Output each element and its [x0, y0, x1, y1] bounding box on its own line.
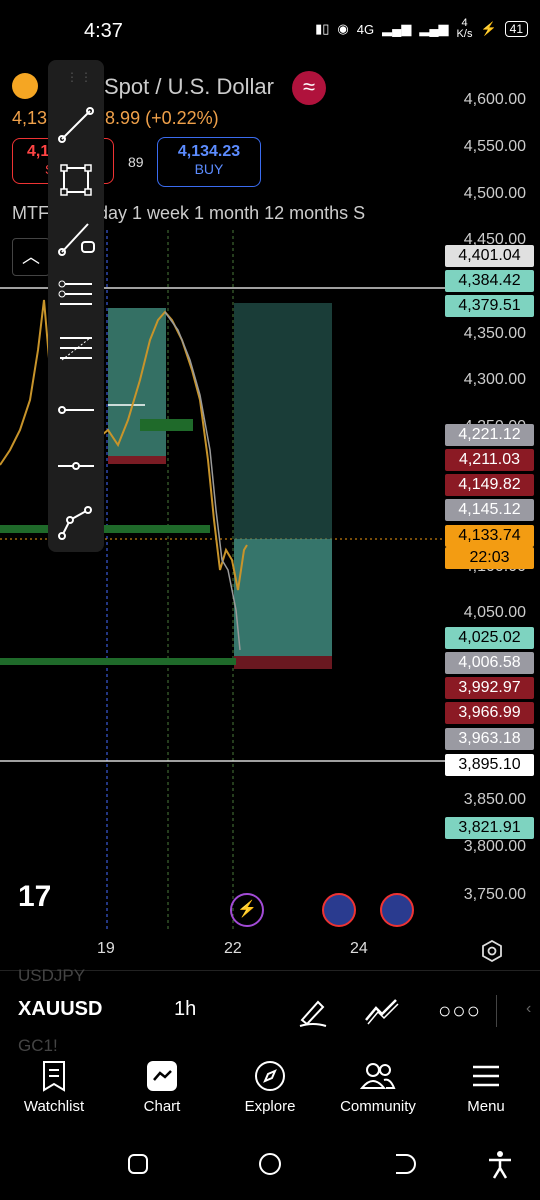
community-icon — [360, 1063, 396, 1089]
hotspot-icon: ◉ — [337, 21, 349, 36]
chart-icon — [147, 1061, 177, 1091]
battery-level: 41 — [504, 21, 528, 37]
price-series-down — [164, 311, 241, 651]
lightning-event-icon[interactable]: ⚡ — [230, 893, 264, 927]
path-icon[interactable] — [56, 502, 96, 542]
status-time: 4:37 — [84, 20, 123, 42]
tradingview-logo: 17 — [18, 880, 52, 913]
long-zone-2 — [234, 539, 332, 656]
axis-tick: 4,550.00 — [463, 138, 526, 155]
order-block-3 — [0, 658, 236, 665]
signal-icon: ▂▄▆ — [382, 21, 412, 36]
more-options-icon[interactable]: ○○○ — [438, 998, 481, 1024]
signal2-icon: ▂▄▆ — [419, 21, 449, 36]
order-block-2 — [0, 525, 210, 533]
axis-tick: 4,350.00 — [463, 325, 526, 342]
divider — [496, 995, 497, 1027]
settings-gear-icon[interactable] — [481, 940, 503, 962]
bottom-nav: Watchlist Chart Explore Community Menu — [0, 1060, 540, 1140]
price-box[interactable]: 4,379.51 — [445, 295, 534, 317]
fib-retracement-icon[interactable] — [56, 330, 96, 370]
status-icons: ▮▯ ◉ 4G ▂▄▆ ▂▄▆ 4 K/s ⚡ 41 — [315, 18, 528, 40]
nav-chart[interactable]: Chart — [112, 1060, 212, 1115]
charging-icon: ⚡ — [480, 21, 497, 36]
drag-handle-icon[interactable]: ⋮⋮ — [66, 70, 94, 84]
price-box[interactable]: 3,963.18 — [445, 728, 534, 750]
axis-tick: 3,750.00 — [463, 886, 526, 903]
date-label: 22 — [224, 940, 242, 957]
horizontal-line-icon[interactable] — [56, 446, 96, 486]
stop-zone-2 — [234, 656, 332, 669]
axis-tick: 4,600.00 — [463, 91, 526, 108]
countdown-box: 22:03 — [445, 547, 534, 569]
tilde-badge-icon[interactable]: ≈ — [292, 71, 326, 105]
nav-watchlist[interactable]: Watchlist — [4, 1060, 104, 1115]
price-box[interactable]: 4,006.58 — [445, 652, 534, 674]
price-box[interactable]: 4,401.04 — [445, 245, 534, 267]
hamburger-menu-icon — [473, 1065, 499, 1087]
price-box[interactable]: 4,384.42 — [445, 270, 534, 292]
price-box[interactable]: 3,895.10 — [445, 754, 534, 776]
interval-selector[interactable]: 1h — [174, 998, 196, 1021]
price-box[interactable]: 4,149.82 — [445, 474, 534, 496]
next-symbol[interactable]: GC1! — [18, 1036, 58, 1056]
price-box[interactable]: 4,221.12 — [445, 424, 534, 446]
profit-zone-2 — [234, 303, 332, 539]
stop-zone-1 — [108, 456, 166, 464]
price-box[interactable]: 4,145.12 — [445, 499, 534, 521]
indicators-icon[interactable] — [364, 996, 400, 1026]
compass-icon — [255, 1061, 285, 1091]
current-symbol[interactable]: XAUUSD — [18, 998, 102, 1021]
symbol-title[interactable]: Spot / U.S. Dollar — [104, 74, 274, 100]
ray-line-icon[interactable] — [56, 218, 96, 258]
sim-icon: ▮▯ — [315, 21, 330, 36]
axis-tick: 4,500.00 — [463, 185, 526, 202]
back-icon[interactable] — [388, 1150, 416, 1178]
axis-tick: 3,800.00 — [463, 838, 526, 855]
nav-explore[interactable]: Explore — [220, 1060, 320, 1115]
current-price-box[interactable]: 4,133.74 — [445, 525, 534, 547]
price-change: 4,13 8.99 (+0.22%) — [12, 108, 219, 128]
price-box[interactable]: 3,992.97 — [445, 677, 534, 699]
pencil-draw-icon[interactable] — [296, 994, 330, 1028]
axis-tick: 3,850.00 — [463, 791, 526, 808]
drawing-toolbar: ⋮⋮ — [48, 60, 104, 552]
prev-symbol[interactable]: USDJPY — [18, 966, 85, 986]
long-zone-1 — [108, 308, 166, 456]
us-flag-event-icon-2[interactable] — [380, 893, 414, 927]
horizontal-ray-icon[interactable] — [56, 390, 96, 430]
price-box[interactable]: 4,211.03 — [445, 449, 534, 471]
symbol-logo — [12, 73, 38, 99]
chevron-left-icon[interactable]: ‹ — [526, 1000, 531, 1018]
trend-line-icon[interactable] — [56, 105, 96, 145]
spread-value: 89 — [128, 154, 144, 170]
date-label: 19 — [97, 940, 115, 957]
price-box[interactable]: 4,025.02 — [445, 627, 534, 649]
nav-community[interactable]: Community — [328, 1060, 428, 1115]
net-label: 4G — [356, 21, 375, 37]
recents-icon[interactable] — [124, 1150, 152, 1178]
order-block-1 — [140, 419, 193, 431]
watchlist-icon — [43, 1061, 65, 1092]
nav-menu[interactable]: Menu — [436, 1060, 536, 1115]
us-flag-event-icon[interactable] — [322, 893, 356, 927]
buy-button[interactable]: 4,134.23 BUY — [157, 137, 261, 187]
axis-tick: 4,050.00 — [463, 604, 526, 621]
accessibility-icon[interactable] — [486, 1150, 514, 1180]
rectangle-icon[interactable] — [56, 160, 96, 200]
fib-channel-icon[interactable] — [56, 274, 96, 314]
price-box[interactable]: 3,966.99 — [445, 702, 534, 724]
axis-tick: 4,300.00 — [463, 371, 526, 388]
date-label: 24 — [350, 940, 368, 957]
net-speed: 4 K/s — [456, 17, 473, 40]
home-icon[interactable] — [256, 1150, 284, 1178]
price-box[interactable]: 3,821.91 — [445, 817, 534, 839]
